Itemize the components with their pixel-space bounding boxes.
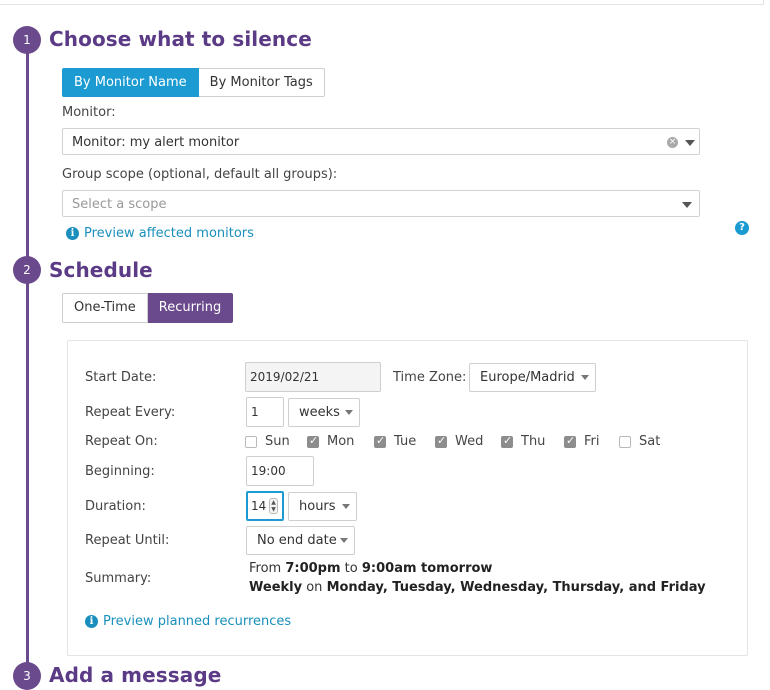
preview-affected-monitors-link[interactable]: i Preview affected monitors (66, 226, 254, 241)
thu-label: Thu (521, 434, 546, 449)
group-scope-label: Group scope (optional, default all group… (62, 167, 338, 182)
summary-days: Monday, Tuesday, Wednesday, Thursday, an… (326, 580, 706, 595)
monitor-select[interactable]: Monitor: my alert monitor × (62, 128, 700, 155)
recurring-schedule-panel (67, 340, 748, 656)
duration-value: 14 (251, 499, 267, 513)
sun-label: Sun (265, 434, 290, 449)
mon-checkbox[interactable] (307, 434, 319, 448)
info-icon: i (85, 615, 98, 628)
beginning-time-input[interactable]: 19:00 (246, 456, 314, 486)
day-fri[interactable]: Fri (564, 434, 600, 449)
schedule-mode-toggle: One-Time Recurring (62, 293, 234, 323)
day-wed[interactable]: Wed (435, 434, 483, 449)
stepper-arrows-icon[interactable]: ▲ ▼ (269, 498, 278, 514)
sat-label: Sat (639, 434, 661, 449)
step-2-title: Schedule (49, 258, 153, 282)
step-timeline-line (26, 40, 29, 680)
wed-label: Wed (455, 434, 484, 449)
fri-label: Fri (584, 434, 600, 449)
by-monitor-name-button[interactable]: By Monitor Name (62, 68, 199, 97)
recurring-button[interactable]: Recurring (147, 293, 234, 323)
summary-label: Summary: (85, 571, 152, 586)
duration-label: Duration: (85, 499, 146, 514)
by-monitor-tags-button[interactable]: By Monitor Tags (198, 68, 325, 97)
start-date-input[interactable]: 2019/02/21 (245, 362, 381, 392)
repeat-every-unit-select[interactable]: weeks (288, 398, 360, 427)
top-border (0, 0, 764, 5)
chevron-down-icon (581, 375, 589, 380)
one-time-button[interactable]: One-Time (62, 293, 148, 323)
chevron-down-icon (342, 504, 350, 509)
step-3-badge: 3 (13, 662, 41, 690)
sun-checkbox[interactable] (245, 435, 257, 448)
summary-end-time: 9:00am tomorrow (361, 561, 493, 576)
repeat-every-input[interactable]: 1 (246, 397, 284, 427)
clear-icon[interactable]: × (667, 137, 678, 148)
monitor-label: Monitor: (62, 105, 116, 120)
chevron-down-icon (340, 538, 348, 543)
duration-unit-select[interactable]: hours (288, 492, 357, 521)
beginning-label: Beginning: (85, 464, 155, 479)
tue-label: Tue (394, 434, 417, 449)
repeat-every-label: Repeat Every: (85, 405, 176, 420)
repeat-on-label: Repeat On: (85, 434, 158, 449)
day-tue[interactable]: Tue (374, 434, 416, 449)
preview-planned-recurrences-text: Preview planned recurrences (103, 614, 292, 629)
wed-checkbox[interactable] (435, 434, 447, 448)
summary-on: on (302, 580, 327, 595)
summary-line-1: From 7:00pm to 9:00am tomorrow (249, 561, 492, 576)
step-2-badge: 2 (13, 256, 41, 284)
repeat-until-select[interactable]: No end date (246, 526, 355, 555)
step-1-title: Choose what to silence (49, 27, 312, 51)
summary-from: From (249, 561, 286, 576)
group-scope-select[interactable]: Select a scope (62, 190, 700, 217)
duration-unit-value: hours (299, 499, 336, 514)
tue-checkbox[interactable] (374, 434, 386, 448)
summary-line-2: Weekly on Monday, Tuesday, Wednesday, Th… (249, 580, 706, 595)
day-sat[interactable]: Sat (619, 434, 660, 449)
repeat-until-value: No end date (257, 533, 337, 548)
chevron-down-icon[interactable] (685, 140, 695, 146)
repeat-every-unit-value: weeks (299, 405, 340, 420)
info-icon: i (66, 227, 79, 240)
help-icon[interactable]: ? (735, 221, 749, 235)
repeat-until-label: Repeat Until: (85, 533, 170, 548)
sat-checkbox[interactable] (619, 435, 631, 448)
mon-label: Mon (327, 434, 355, 449)
time-zone-label: Time Zone: (393, 370, 467, 385)
time-zone-select[interactable]: Europe/Madrid (469, 363, 596, 392)
summary-frequency: Weekly (249, 580, 303, 595)
day-thu[interactable]: Thu (501, 434, 545, 449)
preview-planned-recurrences-link[interactable]: i Preview planned recurrences (85, 614, 291, 629)
summary-to: to (340, 561, 362, 576)
fri-checkbox[interactable] (564, 434, 576, 448)
group-scope-placeholder: Select a scope (72, 197, 167, 212)
summary-start-time: 7:00pm (285, 561, 341, 576)
chevron-down-icon (345, 410, 353, 415)
step-1-badge: 1 (13, 26, 41, 54)
start-date-label: Start Date: (85, 370, 157, 385)
monitor-select-value: Monitor: my alert monitor (72, 135, 240, 150)
chevron-down-icon[interactable] (682, 202, 692, 208)
day-sun[interactable]: Sun (245, 434, 290, 449)
preview-affected-monitors-text: Preview affected monitors (84, 226, 254, 241)
step-3-title: Add a message (49, 663, 222, 687)
day-mon[interactable]: Mon (307, 434, 354, 449)
thu-checkbox[interactable] (501, 434, 513, 448)
time-zone-value: Europe/Madrid (480, 370, 575, 385)
silence-mode-toggle: By Monitor Name By Monitor Tags (62, 68, 325, 97)
duration-input[interactable]: 14 ▲ ▼ (246, 491, 284, 521)
